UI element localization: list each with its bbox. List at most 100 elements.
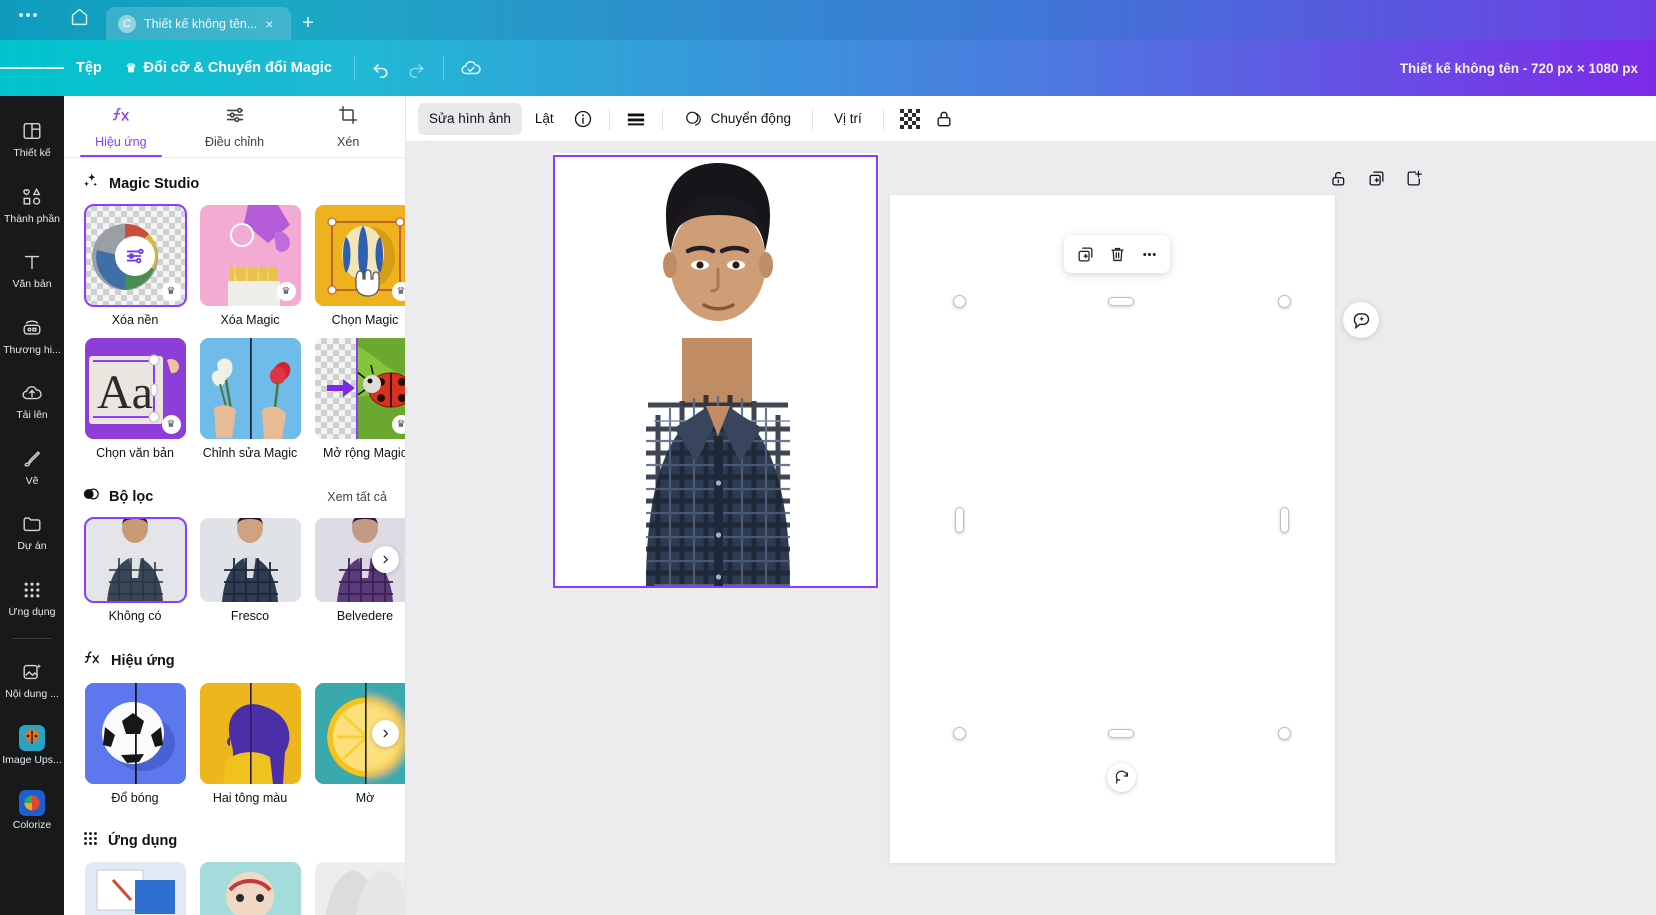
image-upscaler-icon [19, 724, 45, 751]
tile-thumb: ♛ [314, 205, 405, 306]
panel-tabs: Hiệu ứng Điều chỉnh Xén [64, 96, 405, 158]
sliders-icon [224, 104, 246, 131]
sidebar-item-content-ai[interactable]: Nội dung ... [2, 651, 62, 708]
sidebar-item-projects[interactable]: Dự án [2, 503, 62, 560]
rotate-icon [1115, 770, 1128, 784]
sidebar-item-label: Colorize [12, 820, 52, 832]
sidebar-item-image-upscaler[interactable]: Image Ups... [2, 717, 62, 774]
resize-handle-left[interactable] [955, 507, 964, 533]
resize-handle-top-right[interactable] [1278, 295, 1291, 308]
effects-next-button[interactable] [372, 720, 399, 747]
magic-tile-magic-edit[interactable]: Chỉnh sửa Magic [197, 338, 303, 471]
add-page-button[interactable] [1400, 164, 1428, 192]
canva-favicon: C [118, 14, 136, 33]
sidebar-item-apps[interactable]: Ứng dụng [2, 569, 62, 626]
main-menu-button[interactable] [0, 64, 64, 72]
sidebar-item-label: Thành phần [3, 213, 61, 225]
sidebar-item-colorize[interactable]: Colorize [2, 782, 62, 839]
header-divider [442, 56, 444, 80]
lock-button[interactable] [928, 103, 960, 135]
magic-tile-remove-bg[interactable]: ♛ Xóa nền [82, 204, 188, 338]
filters-next-button[interactable] [372, 546, 399, 573]
resize-handle-top-left[interactable] [953, 295, 966, 308]
effects-header: Hiệu ứng [64, 634, 405, 683]
duplicate-page-button[interactable] [1362, 164, 1390, 192]
selected-image[interactable] [554, 153, 879, 588]
animate-button[interactable]: Chuyển động [673, 103, 802, 135]
filter-tile-none[interactable]: Không có [82, 517, 188, 634]
filter-tile-fresco[interactable]: Fresco [197, 518, 303, 634]
layers-button[interactable] [620, 103, 652, 135]
app-tile-3[interactable] [312, 862, 405, 915]
sidebar-item-design[interactable]: Thiết kế [2, 110, 62, 167]
magic-tile-grab-text[interactable]: Aa ♛ Chọn văn bản [82, 338, 188, 471]
browser-menu-dots[interactable] [0, 0, 56, 40]
see-all-filters-link[interactable]: Xem tất cả [327, 490, 387, 504]
sidebar-item-brand[interactable]: Thương hi... [2, 307, 62, 364]
effect-label: Đổ bóng [111, 791, 159, 805]
cloud-status-button[interactable] [454, 51, 488, 85]
dot [19, 13, 23, 17]
resize-handle-bottom-left[interactable] [953, 727, 966, 740]
transparency-button[interactable] [894, 103, 926, 135]
tab-crop[interactable]: Xén [291, 96, 405, 157]
delete-element-button[interactable] [1102, 239, 1132, 269]
undo-button[interactable] [365, 51, 399, 85]
assistant-button[interactable] [1343, 302, 1379, 338]
filter-icon [82, 485, 100, 508]
home-button[interactable] [56, 0, 102, 40]
effect-tile-shadow[interactable]: Đổ bóng [82, 683, 188, 816]
filter-thumb [199, 518, 301, 602]
resize-handle-bottom-right[interactable] [1278, 727, 1291, 740]
app-tile-2[interactable] [197, 862, 303, 915]
resize-handle-right[interactable] [1280, 507, 1289, 533]
edit-image-button[interactable]: Sửa hình ảnh [418, 102, 522, 135]
magic-tile-magic-eraser[interactable]: ♛ Xóa Magic [197, 205, 303, 338]
lock-page-button[interactable] [1324, 164, 1352, 192]
tab-effects[interactable]: Hiệu ứng [64, 96, 178, 157]
elements-icon [21, 185, 43, 209]
layers-icon [627, 113, 644, 125]
app-tile-1[interactable] [82, 862, 188, 915]
redo-button[interactable] [399, 51, 433, 85]
text-icon [21, 250, 43, 274]
toolbar-divider [661, 107, 663, 130]
rail-divider [12, 638, 52, 640]
new-tab-button[interactable]: + [291, 7, 325, 40]
rotate-handle[interactable] [1107, 763, 1136, 792]
sidebar-item-label: Văn bản [12, 279, 52, 291]
dot [26, 13, 30, 17]
add-page-icon [1407, 170, 1422, 185]
sidebar-item-text[interactable]: Văn bản [2, 241, 62, 298]
filter-tile-belvedere[interactable]: Belvedere [312, 518, 405, 634]
sparkle-icon [82, 172, 100, 195]
position-button[interactable]: Vị trí [823, 103, 873, 135]
magic-tile-magic-expand[interactable]: ♛ Mở rộng Magic [312, 338, 405, 471]
effect-tile-duotone[interactable]: Hai tông màu [197, 683, 303, 816]
browser-tab-active[interactable]: C Thiết kế không tên... × [106, 7, 291, 40]
flip-button[interactable]: Lật [524, 103, 565, 135]
resize-handle-top[interactable] [1108, 297, 1134, 306]
close-icon[interactable]: × [265, 17, 273, 31]
duplicate-icon [1078, 247, 1092, 261]
effect-label: Mờ [355, 791, 375, 805]
file-menu-button[interactable]: Tệp [64, 53, 114, 83]
section-title: Ứng dụng [108, 833, 178, 849]
sidebar-item-uploads[interactable]: Tải lên [2, 372, 62, 429]
sidebar-item-label: Image Ups... [2, 754, 62, 766]
effect-tile-blur[interactable]: Mờ [312, 683, 405, 816]
magic-tile-magic-grab[interactable]: ♛ Chọn Magic [312, 205, 405, 338]
info-button[interactable] [567, 103, 599, 135]
duplicate-element-button[interactable] [1070, 239, 1100, 269]
sidebar-item-elements[interactable]: Thành phần [2, 176, 62, 233]
tab-adjust[interactable]: Điều chỉnh [178, 96, 292, 157]
resize-magic-button[interactable]: ♛ Đổi cỡ & Chuyển đổi Magic [114, 53, 344, 83]
section-title: Bộ lọc [109, 488, 154, 505]
sidebar-item-draw[interactable]: Vẽ [2, 438, 62, 495]
chevron-right-icon [383, 555, 389, 564]
resize-handle-bottom[interactable] [1108, 729, 1134, 738]
more-options-button[interactable] [1134, 239, 1164, 269]
sidebar-item-label: Nội dung ... [5, 689, 59, 701]
assistant-icon [1353, 312, 1369, 329]
browser-tab-strip: C Thiết kế không tên... × + [0, 0, 1656, 40]
